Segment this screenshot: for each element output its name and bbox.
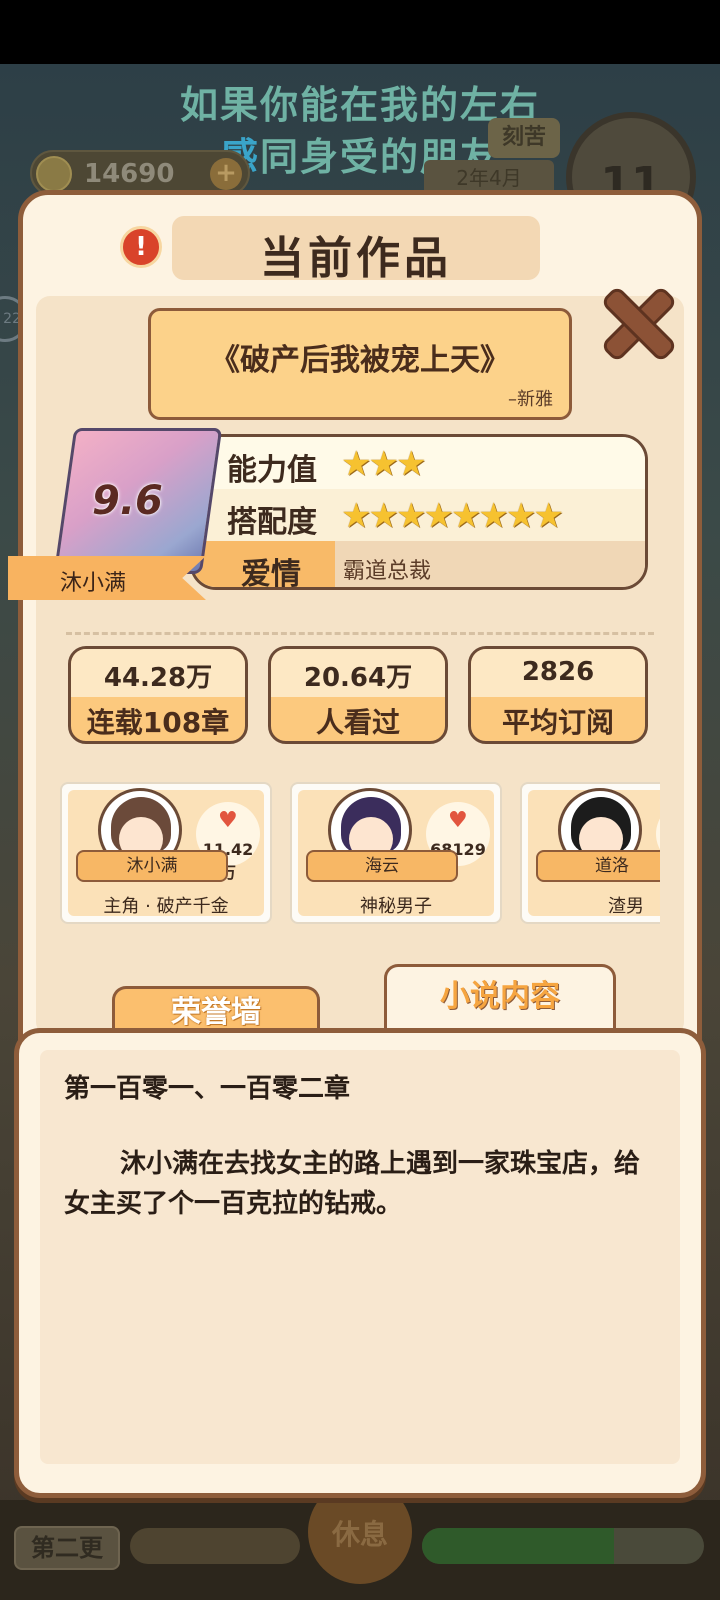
star-icon: ★ [450,496,482,536]
book-title-box: 《破产后我被宠上天》 –新雅 [148,308,572,420]
character-card[interactable]: ♥ 11.42万 沐小满 主角 · 破产千金 [60,782,272,924]
character-name: 沐小满 [76,850,228,882]
metric-readers: 20.64万 人看过 [268,646,448,744]
genre-label: 爱情 [241,557,301,590]
character-name: 海云 [306,850,458,882]
heart-icon: ♥ [448,808,468,833]
character-role: 主角 · 破产千金 [103,896,229,917]
dialog-title-plate: 当前作品 [172,216,540,284]
star-icon: ★ [478,496,509,536]
stats-table: 能力值 ★★★ 搭配度 ★★★★★★★★ 爱情 霸道总裁 [190,434,648,590]
divider [66,632,654,635]
metric-subscriptions: 2826 平均订阅 [468,646,648,744]
book-title: 《破产后我被宠上天》 [210,343,510,378]
character-card-body: ♥ 68129 海云 神秘男子 [298,788,494,917]
close-icon[interactable] [602,288,674,360]
match-label: 搭配度 [227,505,317,540]
heart-icon: ♥ [218,808,238,833]
ability-stars: ★★★ [341,444,427,484]
character-card-body: ♥ 道洛 渣男 [528,788,660,917]
status-bar [0,0,720,64]
match-stars: ★★★★★★★★ [341,496,564,536]
star-icon: ★ [368,496,399,536]
star-icon: ★ [423,496,454,536]
character-role: 渣男 [608,896,644,917]
metric-words: 44.28万 连载108章 [68,646,248,744]
metric-value: 20.64万 [303,663,413,693]
character-role: 神秘男子 [360,896,432,917]
star-icon: ★ [368,444,399,484]
character-card-body: ♥ 11.42万 沐小满 主角 · 破产千金 [68,788,264,917]
metric-value: 44.28万 [103,663,213,693]
coin-value: 14690 [84,159,175,189]
character-card[interactable]: ♥ 68129 海云 神秘男子 [290,782,502,924]
add-coins-button[interactable]: + [210,158,242,190]
protagonist-name: 沐小满 [59,571,126,596]
character-name: 道洛 [536,850,660,882]
metric-label: 平均订阅 [501,706,614,739]
star-icon: ★ [533,496,564,536]
metric-label: 人看过 [315,706,400,739]
alert-icon[interactable]: ! [120,226,162,268]
chapter-text: 沐小满在去找女主的路上遇到一家珠宝店，给女主买了个一百克拉的钻戒。 [64,1149,641,1219]
ability-label: 能力值 [227,453,317,488]
star-icon: ★ [395,444,427,484]
chapter-title: 第一百零一、一百零二章 [64,1074,351,1104]
coin-icon [36,156,72,192]
second-update-button[interactable]: 第二更 [14,1526,120,1570]
star-icon: ★ [341,444,372,484]
star-icon: ★ [505,496,537,536]
protagonist-banner: 沐小满 [8,556,206,600]
metric-value: 2826 [521,657,595,687]
progress-track [130,1528,300,1564]
difficulty-tag: 刻苦 [488,118,560,158]
metric-label: 连载108章 [86,706,230,739]
energy-bar [422,1528,704,1564]
character-list[interactable]: ♥ 11.42万 沐小满 主角 · 破产千金 ♥ 68129 海云 神秘男子 [60,778,660,928]
character-card[interactable]: ♥ 道洛 渣男 [520,782,660,924]
dialog-title: 当前作品 [260,233,452,284]
star-icon: ★ [395,496,427,536]
novel-content-area[interactable] [40,1050,680,1464]
book-score: 9.6 [92,478,163,524]
book-author: –新雅 [508,389,553,410]
subgenre-label: 霸道总裁 [343,559,432,584]
star-icon: ★ [341,496,372,536]
energy-bar-fill [422,1528,614,1564]
